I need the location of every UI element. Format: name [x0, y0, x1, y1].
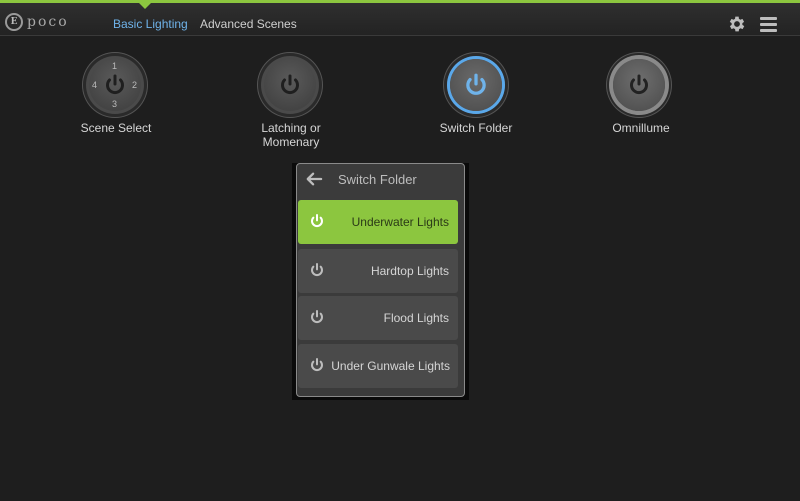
power-icon	[466, 73, 486, 95]
switch-item-flood-lights[interactable]: Flood Lights	[298, 296, 458, 340]
power-icon	[630, 74, 648, 95]
scene-select-button[interactable]: 1 2 3 4	[83, 53, 147, 117]
hamburger-menu-icon[interactable]	[760, 17, 777, 32]
dialog-title: Switch Folder	[338, 172, 417, 187]
dialog-header: Switch Folder	[297, 164, 464, 194]
omnillume-button[interactable]	[607, 53, 671, 117]
tab-basic-lighting[interactable]: Basic Lighting	[113, 17, 188, 31]
power-icon	[311, 263, 323, 276]
latching-button[interactable]	[258, 53, 322, 117]
switch-folder-face	[450, 59, 502, 111]
scene-select-face: 1 2 3 4	[89, 59, 141, 111]
latching-face	[264, 59, 316, 111]
gear-icon[interactable]	[727, 14, 747, 34]
logo-mark: E	[5, 13, 23, 31]
switch-folder-button[interactable]	[444, 53, 508, 117]
power-icon	[281, 74, 299, 95]
switch-item-label: Underwater Lights	[351, 215, 449, 229]
latching-label: Latching or Momenary	[231, 121, 351, 149]
scene-number-4: 4	[92, 80, 98, 90]
omnillume-label: Omnillume	[612, 121, 670, 135]
power-icon	[311, 358, 323, 371]
switch-item-under-gunwale-lights[interactable]: Under Gunwale Lights	[298, 344, 458, 388]
switch-item-label: Flood Lights	[383, 311, 449, 325]
scene-number-2: 2	[132, 80, 138, 90]
switch-folder-label: Switch Folder	[439, 121, 513, 135]
switch-item-label: Hardtop Lights	[370, 264, 449, 278]
switch-item-underwater-lights[interactable]: Underwater Lights	[298, 200, 458, 244]
logo-text: poco	[27, 14, 69, 30]
switch-folder-dialog: Switch Folder Underwater Lights Hardtop …	[296, 163, 465, 397]
switch-item-hardtop-lights[interactable]: Hardtop Lights	[298, 249, 458, 293]
scene-number-1: 1	[112, 61, 118, 71]
latching-label-line2: Momenary	[262, 135, 320, 149]
power-icon	[311, 214, 323, 227]
poco-logo: E poco	[5, 11, 69, 33]
back-arrow-icon[interactable]	[305, 171, 323, 187]
switch-item-label: Under Gunwale Lights	[331, 359, 450, 373]
scene-number-3: 3	[112, 99, 118, 109]
tab-advanced-scenes[interactable]: Advanced Scenes	[200, 17, 297, 31]
latching-label-line1: Latching or	[261, 121, 321, 135]
scene-select-label: Scene Select	[80, 121, 152, 135]
power-icon	[311, 310, 323, 323]
omnillume-face	[613, 59, 665, 111]
active-tab-indicator	[139, 3, 151, 9]
top-navigation-bar: E poco Basic Lighting Advanced Scenes	[0, 0, 800, 36]
power-icon	[106, 74, 124, 95]
